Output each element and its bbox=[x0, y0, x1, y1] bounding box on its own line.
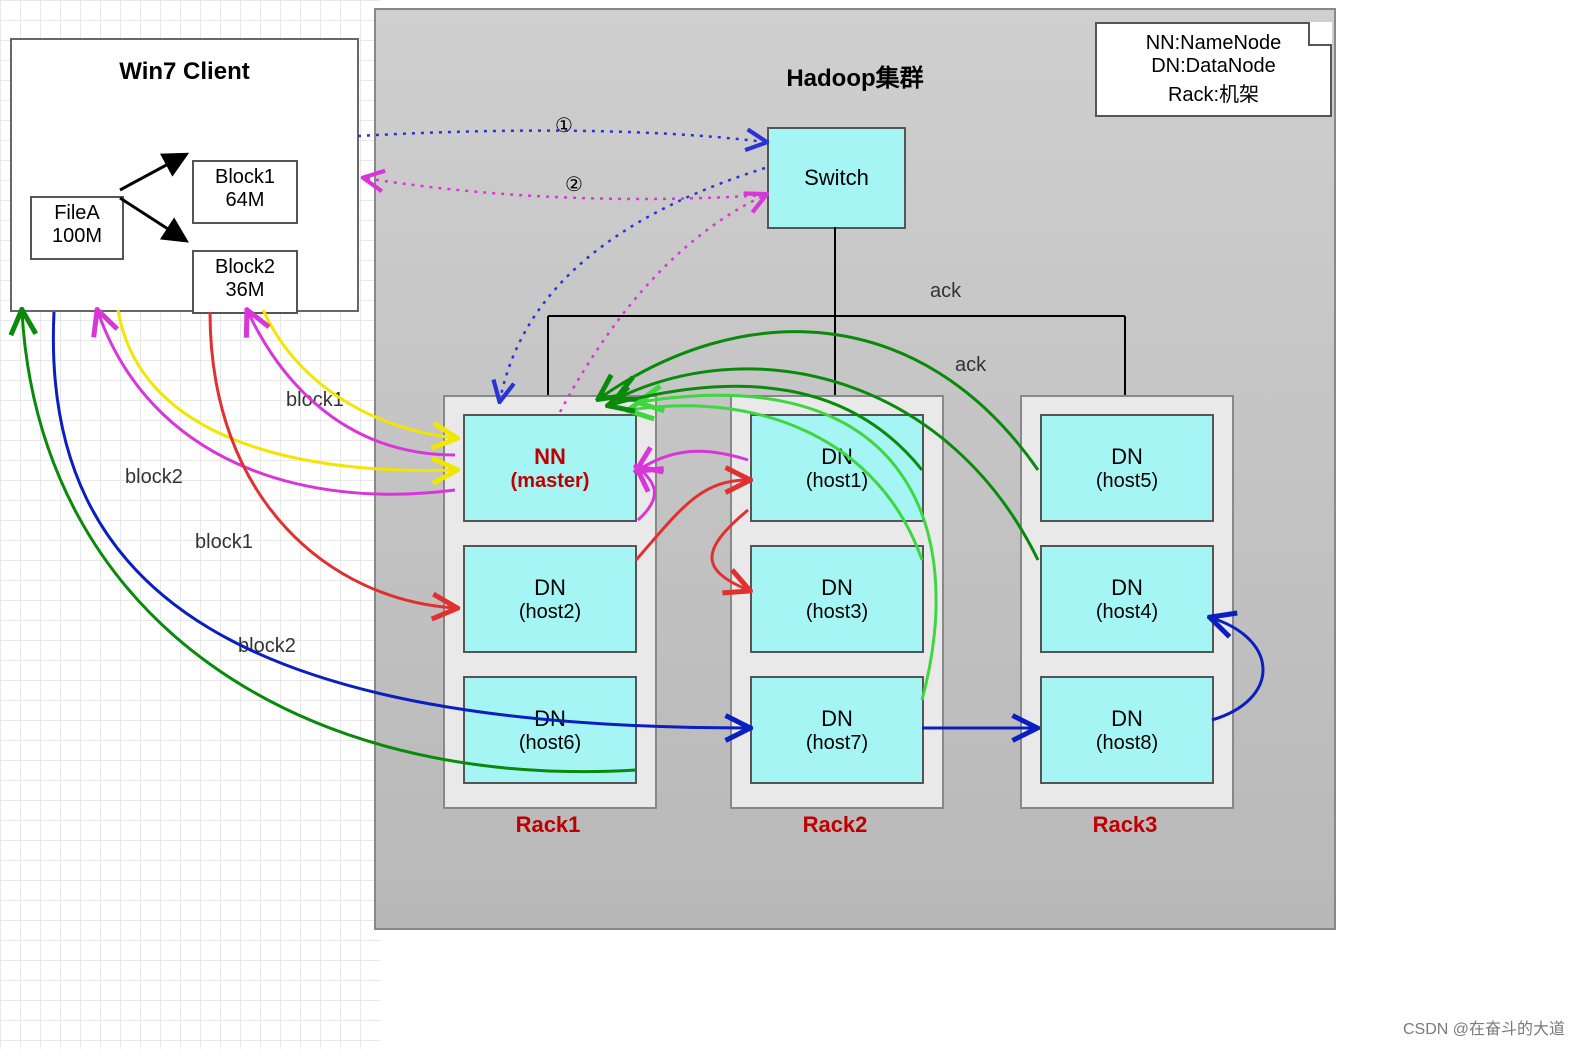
block1-box: Block1 64M bbox=[192, 160, 298, 224]
client-title: Win7 Client bbox=[12, 58, 357, 86]
watermark-text: CSDN @在奋斗的大道 bbox=[1403, 1015, 1565, 1039]
block2-box: Block2 36M bbox=[192, 250, 298, 314]
step-1-label: ① bbox=[555, 113, 573, 138]
host1-line1: DN bbox=[821, 444, 853, 470]
block1-size: 64M bbox=[194, 189, 296, 212]
host1-line2: (host1) bbox=[806, 470, 868, 493]
file-box: FileA 100M bbox=[30, 196, 124, 260]
block1-name: Block1 bbox=[194, 166, 296, 189]
host6-line2: (host6) bbox=[519, 732, 581, 755]
host5-line2: (host5) bbox=[1096, 470, 1158, 493]
node-host7: DN (host7) bbox=[750, 676, 924, 784]
host3-line2: (host3) bbox=[806, 601, 868, 624]
host8-line1: DN bbox=[1111, 706, 1143, 732]
node-host1: DN (host1) bbox=[750, 414, 924, 522]
client-container: Win7 Client FileA 100M Block1 64M Block2… bbox=[10, 38, 359, 312]
edge-label-block1-yellow: block1 bbox=[286, 389, 344, 412]
legend-line-2: DN:DataNode bbox=[1111, 55, 1316, 78]
host8-line2: (host8) bbox=[1096, 732, 1158, 755]
edge-label-block2-blue: block2 bbox=[238, 635, 296, 658]
file-name: FileA bbox=[32, 202, 122, 225]
block2-size: 36M bbox=[194, 279, 296, 302]
host2-line1: DN bbox=[534, 575, 566, 601]
edge-label-ack-1: ack bbox=[930, 280, 961, 303]
step-2-label: ② bbox=[565, 172, 583, 197]
host7-line2: (host7) bbox=[806, 732, 868, 755]
file-size: 100M bbox=[32, 225, 122, 248]
switch-label: Switch bbox=[804, 165, 869, 191]
legend-note: NN:NameNode DN:DataNode Rack:机架 bbox=[1095, 22, 1332, 117]
host2-line2: (host2) bbox=[519, 601, 581, 624]
note-fold-icon bbox=[1308, 22, 1332, 46]
node-nn: NN (master) bbox=[463, 414, 637, 522]
host4-line2: (host4) bbox=[1096, 601, 1158, 624]
rack-2-label: Rack2 bbox=[730, 812, 940, 838]
edge-label-block1-red: block1 bbox=[195, 531, 253, 554]
node-host3: DN (host3) bbox=[750, 545, 924, 653]
node-host5: DN (host5) bbox=[1040, 414, 1214, 522]
node-host8: DN (host8) bbox=[1040, 676, 1214, 784]
nn-line1: NN bbox=[534, 444, 566, 470]
host4-line1: DN bbox=[1111, 575, 1143, 601]
rack-1-label: Rack1 bbox=[443, 812, 653, 838]
node-host4: DN (host4) bbox=[1040, 545, 1214, 653]
node-host6: DN (host6) bbox=[463, 676, 637, 784]
host3-line1: DN bbox=[821, 575, 853, 601]
nn-line2: (master) bbox=[511, 470, 590, 493]
legend-line-3: Rack:机架 bbox=[1111, 78, 1316, 107]
edge-label-block2-yellow: block2 bbox=[125, 466, 183, 489]
node-host2: DN (host2) bbox=[463, 545, 637, 653]
host6-line1: DN bbox=[534, 706, 566, 732]
block2-name: Block2 bbox=[194, 256, 296, 279]
diagram-canvas: Win7 Client FileA 100M Block1 64M Block2… bbox=[0, 0, 1579, 1049]
host5-line1: DN bbox=[1111, 444, 1143, 470]
switch-node: Switch bbox=[767, 127, 906, 229]
rack-3-label: Rack3 bbox=[1020, 812, 1230, 838]
legend-line-1: NN:NameNode bbox=[1111, 32, 1316, 55]
host7-line1: DN bbox=[821, 706, 853, 732]
edge-label-ack-2: ack bbox=[955, 354, 986, 377]
